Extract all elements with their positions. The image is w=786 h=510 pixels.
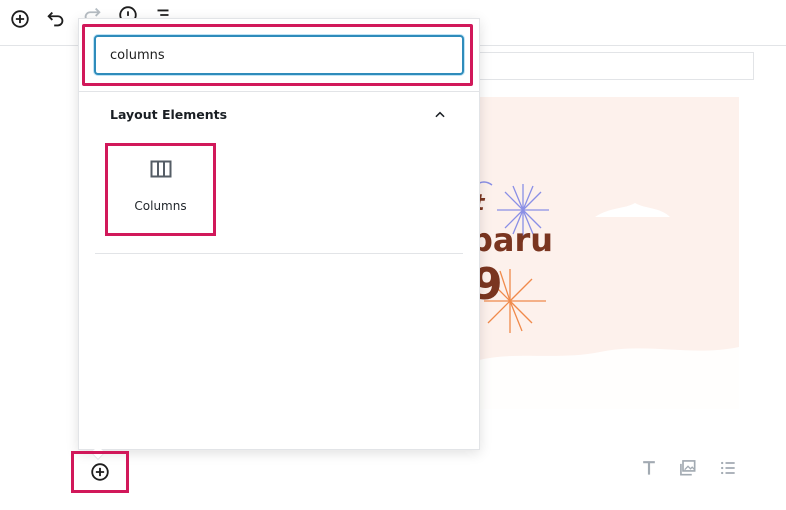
image-block[interactable]: t baru 9 [460,97,739,409]
block-item-columns[interactable] [105,143,216,236]
image-icon[interactable] [676,456,700,480]
columns-icon [150,160,172,178]
divider [95,253,463,254]
chevron-up-icon[interactable] [430,106,450,124]
list-icon[interactable] [716,456,740,480]
block-search-input[interactable] [94,35,464,75]
divider [79,91,479,92]
panel-title: Layout Elements [110,107,228,122]
editor-canvas: t baru 9 Layout Elements Columns [0,0,786,510]
paragraph-icon[interactable] [637,456,661,480]
add-block-icon[interactable] [88,460,112,484]
block-item-label: Columns [134,199,187,213]
undo-icon[interactable] [43,6,69,32]
image-text-line2: baru [470,221,554,259]
add-block-icon[interactable] [7,6,33,32]
title-field[interactable] [470,52,754,80]
